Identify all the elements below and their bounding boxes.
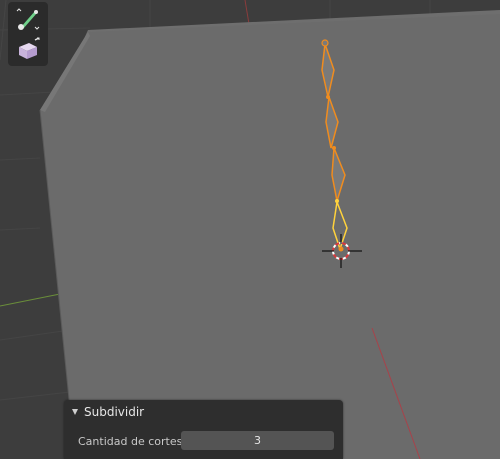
- bone-joint-3: [335, 199, 339, 203]
- operator-panel-header[interactable]: Subdividir: [64, 400, 343, 424]
- bone-envelope-icon: [16, 8, 40, 30]
- bone-joint-1: [326, 95, 330, 99]
- number-of-cuts-label: Cantidad de cortes: [78, 434, 183, 448]
- x-axis-line: [0, 293, 61, 307]
- bone-1-head[interactable]: [321, 39, 329, 47]
- bone-envelope-tool-button[interactable]: [12, 5, 44, 33]
- operator-panel-title: Subdividir: [84, 405, 145, 419]
- extrude-cube-icon: [19, 37, 40, 59]
- number-of-cuts-input[interactable]: 3: [181, 431, 334, 450]
- tool-shelf: [8, 2, 48, 66]
- bone-joint-2: [332, 146, 336, 150]
- cube-front-face[interactable]: [40, 14, 500, 459]
- 3d-viewport[interactable]: [0, 0, 500, 459]
- operator-panel: Subdividir Cantidad de cortes 3: [64, 400, 343, 459]
- number-of-cuts-row: Cantidad de cortes 3: [64, 431, 343, 451]
- collapse-arrow-icon[interactable]: [72, 409, 78, 415]
- extrude-tool-button[interactable]: [12, 35, 44, 63]
